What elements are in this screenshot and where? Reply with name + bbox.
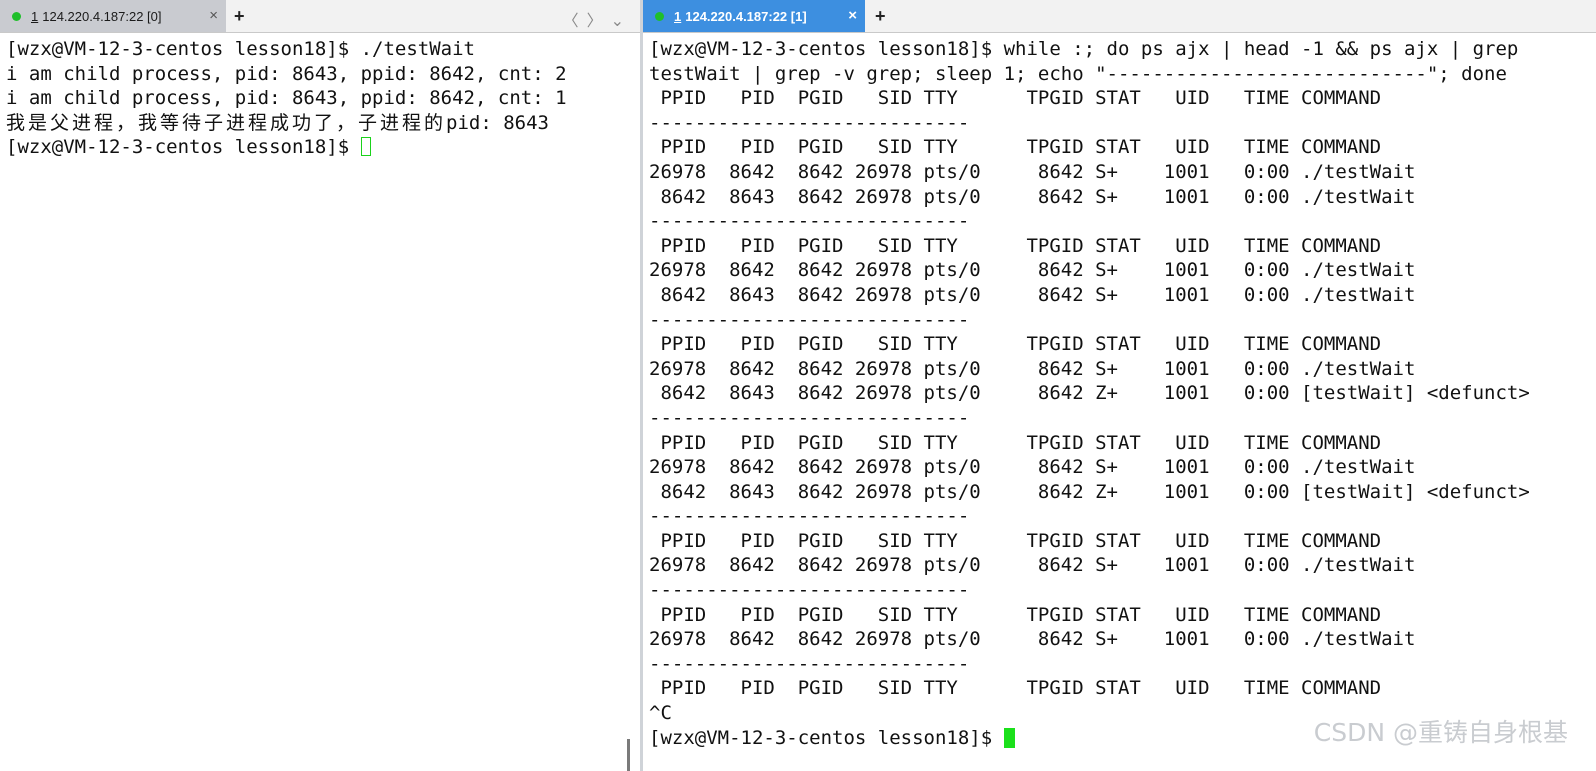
ps-row: 26978 8642 8642 26978 pts/0 8642 S+ 1001…: [649, 628, 1416, 651]
ps-row: 26978 8642 8642 26978 pts/0 8642 S+ 1001…: [649, 160, 1416, 183]
close-icon[interactable]: ×: [209, 7, 218, 24]
terminal-prompt-line: [wzx@VM-12-3-centos lesson18]$: [6, 135, 567, 160]
separator-line: ----------------------------: [649, 406, 970, 429]
new-tab-button[interactable]: +: [234, 6, 245, 26]
connected-status-icon: [12, 11, 21, 21]
ps-header-line: PPID PID PGID SID TTY TPGID STAT UID TIM…: [649, 603, 1382, 626]
terminal-line: [wzx@VM-12-3-centos lesson18]$ while :; …: [649, 38, 1519, 60]
ps-row: 26978 8642 8642 26978 pts/0 8642 S+ 1001…: [649, 554, 1416, 577]
terminal-line: [wzx@VM-12-3-centos lesson18]$ ./testWai…: [6, 38, 475, 60]
ps-row: 26978 8642 8642 26978 pts/0 8642 S+ 1001…: [649, 357, 1416, 380]
ps-header-line: PPID PID PGID SID TTY TPGID STAT UID TIM…: [649, 234, 1382, 257]
ps-row: 8642 8643 8642 26978 pts/0 8642 S+ 1001 …: [649, 283, 1416, 306]
terminal-line: i am child process, pid: 8643, ppid: 864…: [6, 62, 567, 85]
tab-title: 124.220.4.187:22 [0]: [42, 8, 162, 24]
shell-prompt: [wzx@VM-12-3-centos lesson18]$: [649, 726, 1004, 749]
separator-line: ----------------------------: [649, 111, 970, 134]
left-session-tab[interactable]: 1 124.220.4.187:22 [0] ×: [0, 0, 226, 32]
active-cursor: [1003, 727, 1015, 748]
right-terminal-pane: 1 124.220.4.187:22 [1] × + [wzx@VM-12-3-…: [643, 0, 1596, 771]
tab-number: 1: [674, 8, 682, 24]
tab-navigation: 〈〉⌄: [563, 7, 632, 31]
terminal-line: testWait | grep -v grep; sleep 1; echo "…: [649, 62, 1507, 85]
right-session-tab[interactable]: 1 124.220.4.187:22 [1] ×: [643, 0, 865, 32]
connected-status-icon: [655, 11, 664, 21]
ps-header-line: PPID PID PGID SID TTY TPGID STAT UID TIM…: [649, 529, 1382, 552]
separator-line: ----------------------------: [649, 308, 970, 331]
right-tab-bar: 1 124.220.4.187:22 [1] × +: [643, 0, 1596, 33]
shell-prompt: [wzx@VM-12-3-centos lesson18]$: [6, 136, 361, 159]
ps-row: 26978 8642 8642 26978 pts/0 8642 S+ 1001…: [649, 456, 1416, 479]
tab-number: 1: [31, 8, 39, 24]
ps-row: 8642 8643 8642 26978 pts/0 8642 S+ 1001 …: [649, 185, 1416, 208]
right-terminal-output[interactable]: [wzx@VM-12-3-centos lesson18]$ while :; …: [643, 33, 1596, 771]
ps-header-line: PPID PID PGID SID TTY TPGID STAT UID TIM…: [649, 677, 1382, 700]
csdn-watermark: CSDN @重铸自身根基: [1313, 718, 1568, 747]
scrollbar[interactable]: [627, 739, 630, 771]
tab-title: 124.220.4.187:22 [1]: [685, 8, 807, 24]
left-terminal-output[interactable]: [wzx@VM-12-3-centos lesson18]$ ./testWai…: [0, 33, 640, 771]
separator-line: ----------------------------: [649, 505, 970, 528]
parent-message-cjk: 我是父进程，我等待子进程成功了，子进程的: [6, 111, 447, 134]
left-tab-bar: 1 124.220.4.187:22 [0] × + 〈〉⌄: [0, 0, 640, 33]
terminal-line: i am child process, pid: 8643, ppid: 864…: [6, 87, 567, 110]
ps-header-line: PPID PID PGID SID TTY TPGID STAT UID TIM…: [649, 333, 1382, 356]
new-tab-button[interactable]: +: [875, 6, 886, 26]
ps-header-line: PPID PID PGID SID TTY TPGID STAT UID TIM…: [649, 87, 1382, 110]
ps-header-line: PPID PID PGID SID TTY TPGID STAT UID TIM…: [649, 136, 1382, 159]
ps-row-zombie: 8642 8643 8642 26978 pts/0 8642 Z+ 1001 …: [649, 382, 1530, 405]
ps-header-line: PPID PID PGID SID TTY TPGID STAT UID TIM…: [649, 431, 1382, 454]
ps-row: 26978 8642 8642 26978 pts/0 8642 S+ 1001…: [649, 259, 1416, 282]
inactive-cursor: [360, 137, 371, 157]
left-terminal-pane: 1 124.220.4.187:22 [0] × + 〈〉⌄ [wzx@VM-1…: [0, 0, 640, 771]
ps-row-zombie: 8642 8643 8642 26978 pts/0 8642 Z+ 1001 …: [649, 480, 1530, 503]
separator-line: ----------------------------: [649, 579, 970, 602]
close-icon[interactable]: ×: [848, 7, 857, 24]
chevron-right-icon[interactable]: 〉: [587, 13, 611, 30]
terminal-app: 1 124.220.4.187:22 [0] × + 〈〉⌄ [wzx@VM-1…: [0, 0, 1596, 771]
separator-line: ----------------------------: [649, 210, 970, 233]
parent-message-pid: pid: 8643: [446, 111, 549, 134]
terminal-line-parent-message: 我是父进程，我等待子进程成功了，子进程的pid: 8643: [6, 111, 567, 136]
separator-line: ----------------------------: [649, 652, 970, 675]
chevron-down-icon[interactable]: ⌄: [611, 13, 632, 30]
chevron-left-icon[interactable]: 〈: [563, 13, 587, 30]
